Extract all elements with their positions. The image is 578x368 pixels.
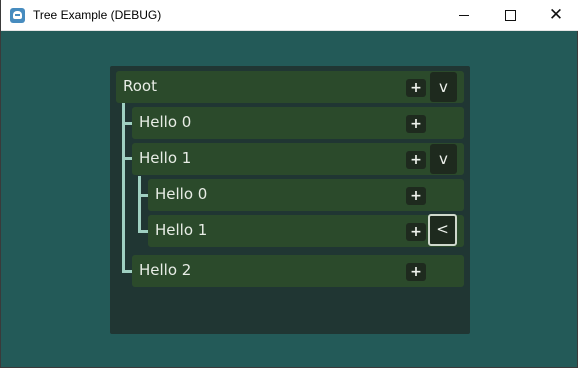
tree-guide-hello1-branch [122,157,132,160]
tree-guide-hello2-branch [122,270,132,273]
root-collapse-button[interactable]: v [430,72,457,102]
godot-app-icon [10,8,25,23]
tree-guide-root-vertical [122,103,125,273]
hello1-child0-add-button[interactable]: + [406,187,426,205]
hello1-child1-label: Hello 1 [155,221,208,239]
hello0-add-button[interactable]: + [406,115,426,133]
tree-row-hello1-child0[interactable]: Hello 0 + [148,179,464,211]
maximize-icon [504,10,516,21]
hello1-child1-expand-button[interactable]: < [428,214,457,246]
close-button[interactable]: ✕ [533,0,578,31]
hello2-label: Hello 2 [139,261,192,279]
hello1-add-button[interactable]: + [406,151,426,169]
hello1-child0-label: Hello 0 [155,185,208,203]
tree-row-root[interactable]: Root + v [116,71,464,103]
tree-row-hello2[interactable]: Hello 2 + [132,255,464,287]
maximize-button[interactable] [487,0,533,31]
root-label: Root [123,77,157,95]
root-add-button[interactable]: + [406,79,426,97]
hello1-label: Hello 1 [139,149,192,167]
hello2-add-button[interactable]: + [406,263,426,281]
minimize-button[interactable] [441,0,487,31]
tree-guide-hello0-branch [122,122,132,125]
tree-guide-hello1-vertical [138,176,141,233]
hello1-child1-add-button[interactable]: + [406,223,426,241]
tree-row-hello1[interactable]: Hello 1 + v [132,143,464,175]
hello0-label: Hello 0 [139,113,192,131]
minimize-icon [459,15,469,16]
tree-guide-child0-branch [138,194,148,197]
tree-row-hello0[interactable]: Hello 0 + [132,107,464,139]
app-window: Tree Example (DEBUG) ✕ Root + v Hello 0 … [0,0,578,368]
tree-panel: Root + v Hello 0 + Hello 1 + v Hello 0 +… [110,66,470,334]
close-icon: ✕ [548,5,564,25]
hello1-collapse-button[interactable]: v [430,144,457,174]
window-title: Tree Example (DEBUG) [33,8,162,22]
tree-guide-child1-branch [138,230,148,233]
tree-row-hello1-child1[interactable]: Hello 1 + < [148,214,464,247]
title-bar[interactable]: Tree Example (DEBUG) ✕ [1,0,578,31]
